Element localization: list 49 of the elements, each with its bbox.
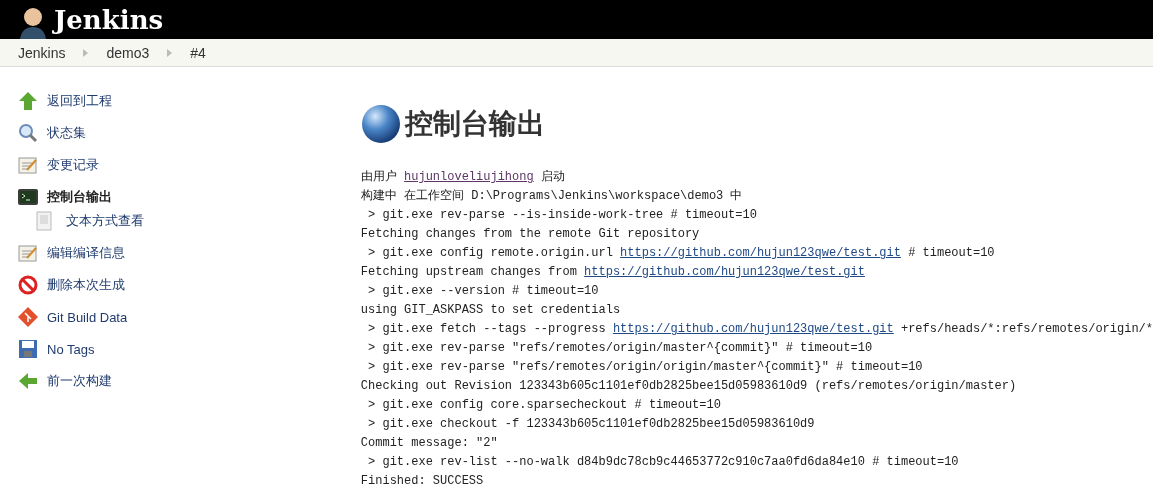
- sidebar-link[interactable]: 返回到工程: [47, 92, 112, 110]
- globe-icon: [360, 104, 401, 144]
- console-line: 构建中 在工作空间 D:\Programs\Jenkins\workspace\demo3 中: [360, 188, 744, 205]
- sidebar-link[interactable]: 编辑编译信息: [47, 244, 125, 262]
- console-line: > git.exe config core.sparsecheckout # timeout=10: [367, 397, 722, 414]
- console-line: Finished: SUCCESS: [360, 473, 485, 490]
- console-line: Fetching upstream changes from https://github.com/hujun123qwe/test.git: [360, 264, 866, 281]
- console-link[interactable]: https://github.com/hujun123qwe/test.git: [584, 265, 865, 279]
- console-link[interactable]: https://github.com/hujun123qwe/test.git: [620, 246, 901, 260]
- console-line: Checking out Revision 123343b605c1101ef0db2825bee15d05983610d9 (refs/remotes/origin/master): [360, 378, 1018, 395]
- chevron-icon: [83, 48, 89, 57]
- up-arrow-icon: [18, 91, 38, 111]
- chevron-icon: [167, 48, 173, 57]
- magnifier-icon: [18, 123, 38, 143]
- page-title: 控制台输出: [404, 106, 545, 142]
- breadcrumb-link[interactable]: demo3: [106, 44, 150, 61]
- sidebar-link[interactable]: 控制台输出: [47, 188, 112, 206]
- console-line: > git.exe fetch --tags --progress https://github.com/hujun123qwe/test.git +refs/heads/*:refs/remotes/origin/*: [367, 321, 1153, 338]
- avatar-icon: [18, 5, 48, 39]
- notepad-icon: [18, 243, 38, 263]
- sidebar-link[interactable]: 状态集: [47, 124, 86, 142]
- console-line: > git.exe rev-list --no-walk d84b9dc78cb9c44653772c910c7aa0fd6da84e10 # timeout=10: [367, 454, 960, 471]
- console-line: > git.exe config remote.origin.url https://github.com/hujun123qwe/test.git # timeout=10: [367, 245, 996, 262]
- terminal-icon: [18, 187, 38, 207]
- console-link[interactable]: https://github.com/hujun123qwe/test.git: [612, 322, 894, 336]
- console-line: 由用户 hujunloveliujihong 启动: [360, 169, 566, 186]
- git-icon: [18, 307, 38, 327]
- console-line: > git.exe rev-parse --is-inside-work-tree # timeout=10: [367, 207, 758, 224]
- sidebar-link[interactable]: Git Build Data: [47, 309, 128, 325]
- console-line: > git.exe --version # timeout=10: [367, 283, 600, 300]
- console-line: using GIT_ASKPASS to set credentials: [360, 302, 622, 319]
- sidebar-link[interactable]: 变更记录: [47, 156, 99, 174]
- left-arrow-icon: [18, 371, 38, 391]
- sidebar-link[interactable]: No Tags: [47, 341, 95, 357]
- sidebar-link[interactable]: 文本方式查看: [66, 212, 144, 230]
- prohibited-icon: [18, 275, 38, 295]
- notepad-icon: [18, 155, 38, 175]
- sidebar-link[interactable]: 删除本次生成: [47, 276, 125, 294]
- console-link[interactable]: hujunloveliujihong: [404, 170, 534, 184]
- sidebar-link[interactable]: 前一次构建: [47, 372, 112, 390]
- console-line: Commit message: "2": [360, 435, 499, 452]
- console-line: > git.exe rev-parse "refs/remotes/origin/origin/master^{commit}" # timeout=10: [367, 359, 924, 376]
- jenkins-title[interactable]: Jenkins: [54, 1, 164, 38]
- breadcrumb-link[interactable]: #4: [190, 44, 206, 61]
- console-line: Fetching changes from the remote Git repository: [360, 226, 701, 243]
- document-icon: [34, 211, 54, 231]
- console-line: > git.exe checkout -f 123343b605c1101ef0db2825bee15d05983610d9: [367, 416, 816, 433]
- breadcrumb-link[interactable]: Jenkins: [18, 44, 66, 61]
- console-line: > git.exe rev-parse "refs/remotes/origin/master^{commit}" # timeout=10: [367, 340, 874, 357]
